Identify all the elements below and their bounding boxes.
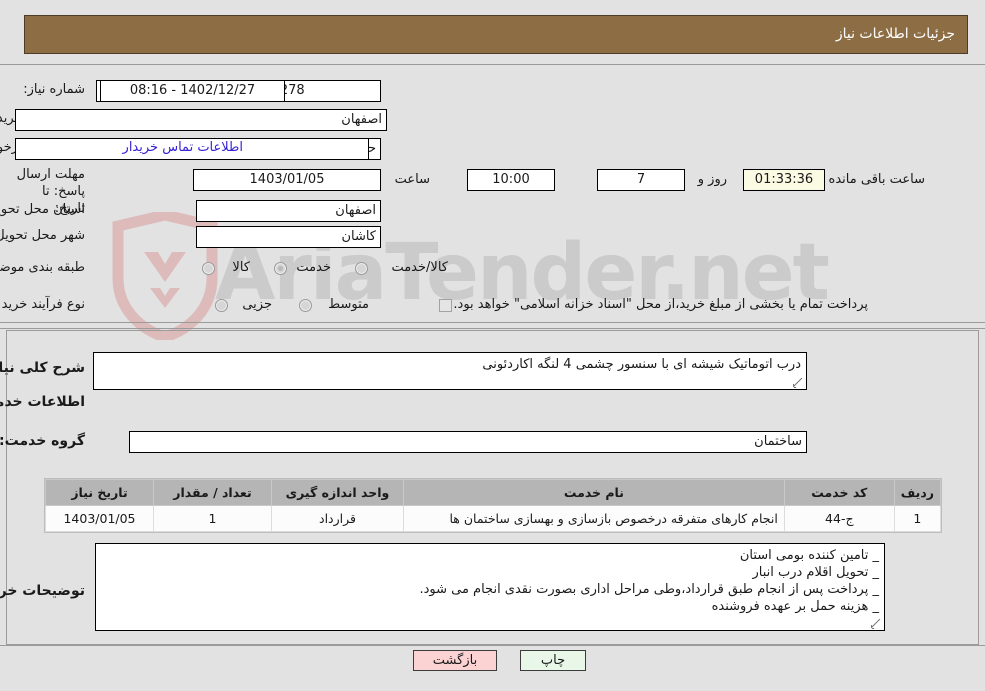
- page-title: جزئیات اطلاعات نیاز: [835, 26, 955, 42]
- radio-category-kala[interactable]: [202, 262, 215, 275]
- radio-process-jozee-label: جزیی: [242, 297, 272, 312]
- radio-category-kala-label: کالا: [232, 260, 250, 275]
- need-info-panel: [0, 64, 985, 329]
- buyer-notes-textarea[interactable]: _ تامین کننده بومی استان _ تحویل اقلام د…: [95, 543, 885, 631]
- table-row: 1 ج-44 انجام کارهای متفرقه درخصوص بازساز…: [45, 505, 942, 532]
- radio-category-kala-khedmat-label: کالا/خدمت: [391, 260, 448, 275]
- col-quantity: تعداد / مقدار: [153, 479, 272, 506]
- hour-label: ساعت: [394, 172, 430, 187]
- col-service-name: نام خدمت: [403, 479, 785, 506]
- city-label: شهر محل تحویل:: [0, 228, 85, 243]
- cell-service-code: ج-44: [783, 505, 895, 532]
- radio-process-jozee[interactable]: [215, 299, 228, 312]
- countdown-value: 01:33:36: [743, 169, 825, 191]
- note-line: _ پرداخت پس از انجام طبق قرارداد،وطی مرا…: [419, 582, 879, 597]
- note-line: _ تحویل اقلام درب انبار: [752, 565, 879, 580]
- general-desc-textarea[interactable]: درب اتوماتیک شیشه ای با سنسور چشمی 4 لنگ…: [93, 352, 807, 390]
- cell-quantity: 1: [153, 505, 272, 532]
- resize-handle-icon[interactable]: [793, 378, 803, 388]
- back-button[interactable]: بازگشت: [413, 650, 497, 671]
- resize-handle-icon[interactable]: [871, 619, 881, 629]
- islamic-treasury-note: پرداخت تمام یا بخشی از مبلغ خرید،از محل …: [453, 297, 868, 312]
- cell-index: 1: [893, 505, 942, 532]
- col-service-code: کد خدمت: [783, 479, 895, 506]
- announce-datetime-value: 1402/12/27 - 08:16: [100, 80, 285, 102]
- note-line: _ هزینه حمل بر عهده فروشنده: [711, 599, 879, 614]
- radio-process-motavaset[interactable]: [299, 299, 312, 312]
- table-header-row: ردیف کد خدمت نام خدمت واحد اندازه گیری ت…: [45, 479, 942, 506]
- footer-divider: [0, 645, 985, 646]
- category-label: طبقه بندی موضوعی:: [0, 260, 85, 275]
- buyer-notes-label: توضیحات خریدار:: [0, 583, 85, 599]
- days-and-label: روز و: [697, 172, 727, 187]
- print-button[interactable]: چاپ: [520, 650, 586, 671]
- general-desc-value: درب اتوماتیک شیشه ای با سنسور چشمی 4 لنگ…: [482, 357, 801, 372]
- service-items-table: ردیف کد خدمت نام خدمت واحد اندازه گیری ت…: [45, 479, 942, 532]
- province-label: استان محل تحویل:: [0, 202, 85, 217]
- radio-category-kala-khedmat[interactable]: [355, 262, 368, 275]
- buyer-org-extra-value: اصفهان: [15, 109, 387, 131]
- remaining-suffix-label: ساعت باقی مانده: [828, 172, 925, 187]
- section-divider: [0, 322, 985, 323]
- col-unit: واحد اندازه گیری: [271, 479, 404, 506]
- cell-service-name: انجام کارهای متفرقه درخصوص بازسازی و بهس…: [403, 505, 785, 532]
- radio-category-khedmat-label: خدمت: [296, 260, 331, 275]
- deadline-date-value: 1403/01/05: [193, 169, 381, 191]
- city-value: کاشان: [196, 226, 381, 248]
- days-remaining-value: 7: [597, 169, 685, 191]
- service-group-label: گروه خدمت:: [0, 433, 85, 449]
- general-desc-label: شرح کلی نیاز:: [0, 360, 85, 376]
- service-group-value: ساختمان: [129, 431, 807, 453]
- deadline-time-value: 10:00: [467, 169, 555, 191]
- radio-process-motavaset-label: متوسط: [328, 297, 369, 312]
- note-line: _ تامین کننده بومی استان: [739, 548, 879, 563]
- cell-unit: قرارداد: [271, 505, 404, 532]
- province-value: اصفهان: [196, 200, 381, 222]
- cell-need-date: 1403/01/05: [45, 505, 154, 532]
- radio-category-khedmat[interactable]: [274, 262, 287, 275]
- checkbox-islamic-treasury[interactable]: [439, 299, 452, 312]
- service-items-table-wrapper: ردیف کد خدمت نام خدمت واحد اندازه گیری ت…: [44, 478, 942, 533]
- buyer-contact-link[interactable]: اطلاعات تماس خریدار: [123, 140, 243, 155]
- page-titlebar: جزئیات اطلاعات نیاز: [24, 15, 968, 54]
- services-heading: اطلاعات خدمات مورد نیاز: [0, 394, 85, 410]
- col-index: ردیف: [893, 479, 942, 506]
- col-need-date: تاریخ نیاز: [45, 479, 154, 506]
- process-type-label: نوع فرآیند خرید :: [0, 297, 85, 312]
